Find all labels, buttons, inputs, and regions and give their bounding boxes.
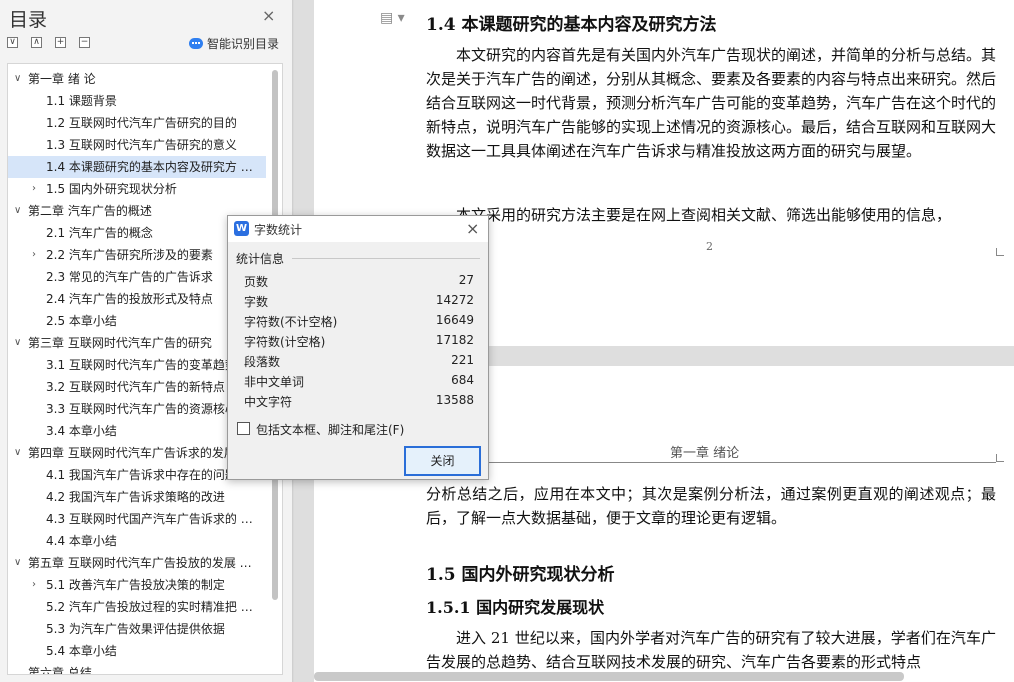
toc-item[interactable]: 1.2 互联网时代汽车广告研究的目的	[8, 112, 266, 134]
stat-value: 14272	[435, 293, 474, 307]
toc-item-label: 5.3 为汽车广告效果评估提供依据	[46, 622, 225, 636]
stat-value: 13588	[435, 393, 474, 407]
toc-item-label: 4.3 互联网时代国产汽车广告诉求的 …	[46, 512, 253, 526]
collapse-all-icon[interactable]: ∨	[7, 37, 18, 48]
toc-item-label: 第二章 汽车广告的概述	[28, 204, 152, 218]
wps-logo-icon: W	[234, 221, 249, 236]
paragraph: 分析总结之后，应用在本文中；其次是案例分析法，通过案例更直观的阐述观点；最后，了…	[426, 485, 996, 527]
header-rule	[414, 462, 996, 463]
paragraph: 本文采用的研究方法主要是在网上查阅相关文献、筛选出能够使用的信息，	[456, 206, 952, 224]
heading-1-5-1: 1.5.1 国内研究发展现状	[426, 598, 605, 617]
remove-level-icon[interactable]: −	[79, 37, 90, 48]
stat-row: 非中文单词 684	[244, 371, 474, 391]
chevron-right-icon[interactable]: ›	[32, 574, 36, 596]
paragraph: 本文研究的内容首先是有关国内外汽车广告现状的阐述，并简单的分析与总结。其次是关于…	[426, 46, 997, 160]
stat-row: 页数 27	[244, 271, 474, 291]
heading-1-4: 1.4 本课题研究的基本内容及研究方法	[426, 15, 717, 35]
toc-item[interactable]: › 1.5 国内外研究现状分析	[8, 178, 266, 200]
toc-item[interactable]: 4.2 我国汽车广告诉求策略的改进	[8, 486, 266, 508]
chevron-down-icon[interactable]: ∨	[14, 442, 21, 464]
toc-item-label: 4.2 我国汽车广告诉求策略的改进	[46, 490, 225, 504]
page-header: 第一章 绪论	[670, 446, 740, 461]
stat-row: 段落数 221	[244, 351, 474, 371]
chevron-down-icon[interactable]: ∨	[14, 200, 21, 222]
include-textbox-label: 包括文本框、脚注和尾注(F)	[256, 423, 405, 437]
toc-item-label: 1.2 互联网时代汽车广告研究的目的	[46, 116, 237, 130]
expand-all-icon[interactable]: ∧	[31, 37, 42, 48]
dialog-titlebar[interactable]: W 字数统计 ×	[228, 216, 488, 242]
horizontal-scrollbar[interactable]	[314, 672, 904, 681]
toc-item-label: 5.2 汽车广告投放过程的实时精准把 …	[46, 600, 253, 614]
toc-item[interactable]: ∨ 第五章 互联网时代汽车广告投放的发展 …	[8, 552, 266, 574]
toc-item[interactable]: 5.3 为汽车广告效果评估提供依据	[8, 618, 266, 640]
stats-section-label: 统计信息	[236, 252, 285, 266]
stat-label: 字数	[244, 295, 269, 309]
toc-item[interactable]: 1.3 互联网时代汽车广告研究的意义	[8, 134, 266, 156]
toc-item[interactable]: 5.4 本章小结	[8, 640, 266, 662]
section-divider	[292, 258, 480, 259]
toc-item[interactable]: ∨ 第一章 绪 论	[8, 68, 266, 90]
chat-bubble-icon	[189, 38, 203, 49]
margin-mark	[996, 454, 1004, 462]
stat-label: 非中文单词	[244, 375, 305, 389]
toc-item-label: 1.1 课题背景	[46, 94, 117, 108]
toc-item-label: 4.4 本章小结	[46, 534, 117, 548]
toc-item-label: 5.4 本章小结	[46, 644, 117, 658]
stat-value: 221	[451, 353, 474, 367]
close-icon[interactable]: ×	[262, 6, 275, 25]
stat-value: 684	[451, 373, 474, 387]
margin-mark	[996, 248, 1004, 256]
stat-label: 页数	[244, 275, 269, 289]
heading-1-5: 1.5 国内外研究现状分析	[426, 565, 615, 585]
close-icon[interactable]: ×	[466, 219, 479, 238]
chevron-down-icon[interactable]: ∨	[14, 68, 21, 90]
toc-item-label: 1.4 本课题研究的基本内容及研究方 …	[46, 160, 253, 174]
dialog-title: 字数统计	[254, 223, 303, 237]
ai-toc-button[interactable]: 智能识别目录	[189, 35, 279, 52]
toc-title: 目录	[9, 9, 48, 31]
toc-item[interactable]: 1.1 课题背景	[8, 90, 266, 112]
stat-value: 27	[458, 273, 474, 287]
stat-label: 字符数(不计空格)	[244, 315, 338, 329]
toc-item-label: 1.3 互联网时代汽车广告研究的意义	[46, 138, 237, 152]
chevron-down-icon[interactable]: ∨	[14, 552, 21, 574]
close-button[interactable]: 关闭	[404, 446, 481, 476]
word-count-dialog: W 字数统计 × 统计信息 页数 27 字数 14272 字符数(不计空格) 16649 字…	[227, 215, 489, 480]
add-level-icon[interactable]: +	[55, 37, 66, 48]
stat-row: 字数 14272	[244, 291, 474, 311]
toc-item[interactable]: 第六章 总结	[8, 662, 266, 675]
stat-row: 字符数(计空格) 17182	[244, 331, 474, 351]
toc-item[interactable]: 4.3 互联网时代国产汽车广告诉求的 …	[8, 508, 266, 530]
chevron-right-icon[interactable]: ›	[32, 178, 36, 200]
toc-item-label: 第六章 总结	[28, 666, 92, 675]
toc-item-label: 1.5 国内外研究现状分析	[46, 182, 177, 196]
include-textbox-checkbox[interactable]	[237, 422, 250, 435]
toc-item[interactable]: 1.4 本课题研究的基本内容及研究方 …	[8, 156, 266, 178]
toc-item-label: 第五章 互联网时代汽车广告投放的发展 …	[28, 556, 252, 570]
stat-label: 字符数(计空格)	[244, 335, 326, 349]
toc-item-label: 第三章 互联网时代汽车广告的研究	[28, 336, 212, 350]
stat-row: 中文字符 13588	[244, 391, 474, 411]
page-number: 2	[706, 240, 713, 253]
toc-item-label: 5.1 改善汽车广告投放决策的制定	[46, 578, 225, 592]
paragraph: 进入 21 世纪以来，国内外学者对汽车广告的研究有了较大进展，学者们在汽车广告发…	[426, 629, 996, 671]
ai-toc-label: 智能识别目录	[207, 37, 280, 51]
toc-item-label: 第一章 绪 论	[28, 72, 96, 86]
stat-label: 中文字符	[244, 395, 293, 409]
toc-item-label: 第四章 互联网时代汽车广告诉求的发展	[28, 446, 236, 460]
toc-item[interactable]: › 5.1 改善汽车广告投放决策的制定	[8, 574, 266, 596]
stat-value: 17182	[435, 333, 474, 347]
chevron-down-icon[interactable]: ∨	[14, 332, 21, 354]
stat-label: 段落数	[244, 355, 281, 369]
toc-item[interactable]: 4.4 本章小结	[8, 530, 266, 552]
paragraph-menu-icon[interactable]: ▤ ▾	[380, 10, 405, 26]
stat-row: 字符数(不计空格) 16649	[244, 311, 474, 331]
stat-value: 16649	[435, 313, 474, 327]
toc-item[interactable]: 5.2 汽车广告投放过程的实时精准把 …	[8, 596, 266, 618]
chevron-right-icon[interactable]: ›	[32, 244, 36, 266]
